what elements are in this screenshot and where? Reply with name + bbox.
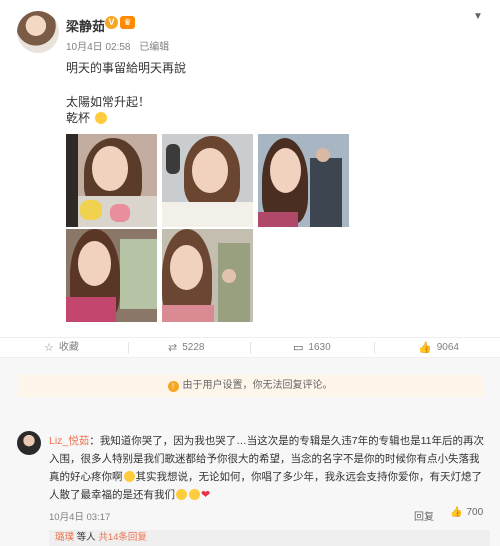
comment-section: ! 由于用户设置，你无法回复评论。 Liz_悦茹：我知道你哭了，因为我也哭了…当这… <box>0 358 500 546</box>
sad-emoji-icon <box>176 489 187 500</box>
comment-like-count: 700 <box>466 507 484 518</box>
sub-replies-link[interactable]: 璐璞 等人 共14条回复 <box>49 530 490 546</box>
vip-crown-icon: ♛ <box>120 16 135 29</box>
post-text: 明天的事留給明天再說 太陽如常升起！ 乾杯 <box>66 60 186 126</box>
edited-label: 已编辑 <box>139 42 170 53</box>
post-date[interactable]: 10月4日 02:58 <box>66 42 131 53</box>
repost-icon: ⇄ <box>168 342 178 354</box>
smile-emoji-icon <box>95 112 108 124</box>
sub-reply-user[interactable]: 璐璞 <box>55 532 74 543</box>
comment-button[interactable]: ▭ 1630 <box>293 338 331 358</box>
post-line-1: 明天的事留給明天再說 <box>66 61 187 75</box>
star-icon: ☆ <box>44 342 54 354</box>
post-line-3-text: 乾杯 <box>66 111 91 125</box>
thumbs-up-icon: 👍 <box>450 507 463 518</box>
photo-5[interactable] <box>162 229 253 322</box>
comment-date: 10月4日 03:17 <box>49 512 111 523</box>
like-count: 9064 <box>436 342 459 353</box>
favorite-button[interactable]: ☆ 收藏 <box>44 338 79 358</box>
crying-emoji-icon <box>123 471 135 482</box>
photo-4[interactable] <box>66 229 157 322</box>
weibo-post: 梁静茹 V ♛ 10月4日 02:58 已编辑 ▼ 明天的事留給明天再說 太陽如… <box>0 0 500 337</box>
photo-3[interactable] <box>258 134 349 227</box>
photo-1[interactable] <box>66 134 157 227</box>
commenter-name[interactable]: Liz_悦茹 <box>49 435 89 447</box>
shy-emoji-icon <box>189 489 200 500</box>
heart-icon: ❤ <box>201 489 211 501</box>
like-button[interactable]: 👍 9064 <box>418 338 459 358</box>
repost-count: 5228 <box>182 342 205 353</box>
reply-button[interactable]: 回复 <box>414 508 434 523</box>
comment-text: Liz_悦茹：我知道你哭了，因为我也哭了…当这次是的专辑是久违7年的专辑也是11… <box>49 432 489 504</box>
comment-like-button[interactable]: 👍 700 <box>450 507 483 518</box>
comment-count: 1630 <box>308 342 331 353</box>
sub-reply-middle: 等人 <box>76 532 96 543</box>
repost-button[interactable]: ⇄ 5228 <box>168 338 204 358</box>
post-action-bar: ☆ 收藏 ⇄ 5228 ▭ 1630 👍 9064 <box>0 337 500 358</box>
post-line-2: 太陽如常升起！ <box>66 95 151 109</box>
verified-badge-icon: V <box>105 16 118 29</box>
favorite-label: 收藏 <box>58 342 79 353</box>
comment-icon: ▭ <box>293 342 304 354</box>
post-line-3: 乾杯 <box>66 110 186 126</box>
commenter-avatar[interactable] <box>17 431 41 455</box>
author-name[interactable]: 梁静茹 <box>66 16 105 35</box>
photo-2[interactable] <box>162 134 253 227</box>
thumbs-up-icon: 👍 <box>418 342 432 354</box>
reply-restriction-notice: ! 由于用户设置，你无法回复评论。 <box>17 375 483 397</box>
notice-text: 由于用户设置，你无法回复评论。 <box>182 380 333 391</box>
author-avatar[interactable] <box>17 11 59 53</box>
chevron-down-icon[interactable]: ▼ <box>471 12 485 24</box>
warning-icon: ! <box>167 381 179 392</box>
post-meta: 10月4日 02:58 已编辑 <box>66 38 175 53</box>
sub-reply-count[interactable]: 共14条回复 <box>98 532 147 543</box>
